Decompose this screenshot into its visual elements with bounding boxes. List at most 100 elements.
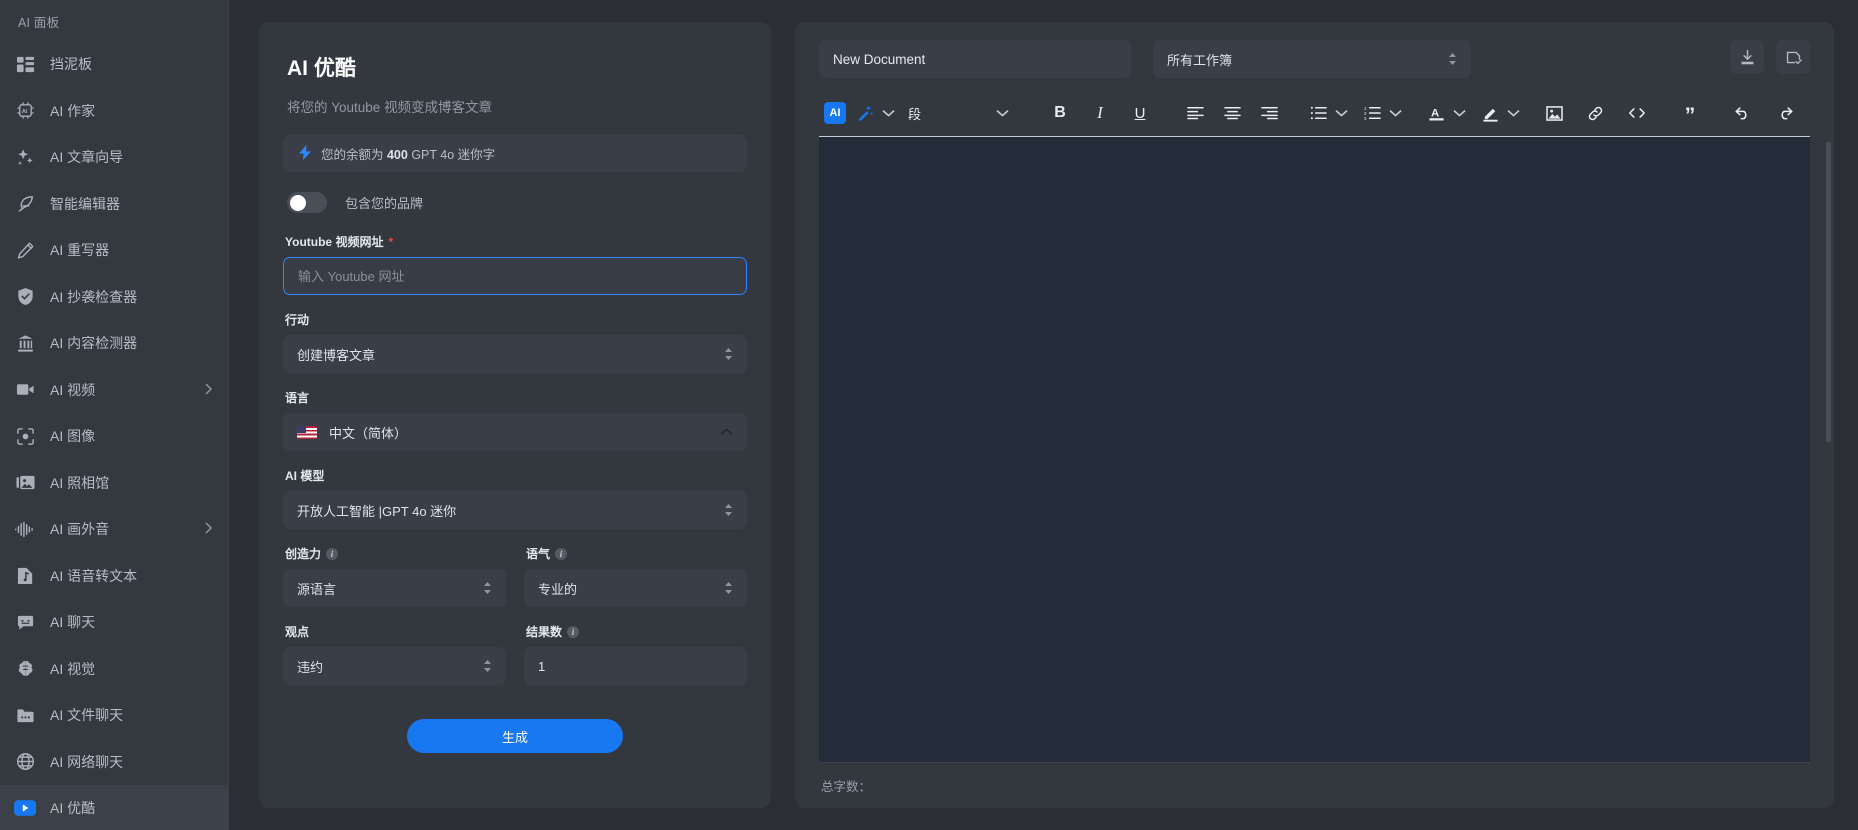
sidebar-item-9[interactable]: AI 图像 (0, 413, 228, 460)
document-name-input[interactable] (819, 40, 1131, 78)
workbook-value: 所有工作簿 (1167, 50, 1448, 69)
chevron-down-icon[interactable] (1450, 98, 1469, 128)
sidebar-item-label: AI 网络聊天 (50, 752, 123, 772)
viewpoint-label: 观点 (285, 623, 506, 640)
main-content: AI 优酷 将您的 Youtube 视频变成博客文章 您的余额为 400 GPT… (229, 0, 1858, 830)
chevron-down-icon[interactable] (879, 98, 898, 128)
tone-label: 语气 i (526, 545, 747, 562)
viewpoint-value: 违约 (297, 657, 483, 676)
info-icon[interactable]: i (326, 548, 338, 560)
generator-form-panel: AI 优酷 将您的 Youtube 视频变成博客文章 您的余额为 400 GPT… (259, 22, 771, 808)
sidebar-item-11[interactable]: AI 画外音 (0, 506, 228, 553)
sidebar-item-5[interactable]: AI 重写器 (0, 227, 228, 274)
download-icon[interactable] (1730, 40, 1764, 74)
sidebar: AI 面板 挡泥板AIAI 作家AI 文章向导智能编辑器AI 重写器AI 抄袭检… (0, 0, 229, 830)
bold-button[interactable]: B (1047, 98, 1073, 128)
insert-image-icon[interactable] (1541, 98, 1568, 128)
creativity-select[interactable]: 源语言 (283, 569, 506, 607)
redo-icon[interactable] (1771, 98, 1799, 128)
sidebar-nav: 挡泥板AIAI 作家AI 文章向导智能编辑器AI 重写器AI 抄袭检查器 AI 内… (0, 41, 228, 830)
ai-chip-icon[interactable]: AI (824, 102, 846, 124)
ai-model-value: 开放人工智能 |GPT 4o 迷你 (297, 501, 724, 520)
text-color-icon[interactable]: A (1423, 98, 1450, 128)
sidebar-item-15[interactable]: AI 文件聊天 (0, 692, 228, 739)
sidebar-item-3[interactable]: AI 文章向导 (0, 134, 228, 181)
video-icon (14, 379, 36, 401)
undo-icon[interactable] (1729, 98, 1757, 128)
sidebar-item-label: AI 内容检测器 (50, 333, 137, 353)
shield-check-icon (14, 286, 36, 308)
save-document-icon[interactable] (1776, 40, 1810, 74)
required-asterisk: * (388, 235, 393, 249)
sidebar-item-6[interactable]: AI 抄袭检查器 (0, 274, 228, 321)
bullet-list-icon[interactable] (1305, 98, 1332, 128)
tone-select[interactable]: 专业的 (524, 569, 747, 607)
balance-suffix: GPT 4o 迷你字 (408, 148, 495, 162)
viewpoint-field: 观点 违约 (283, 623, 506, 685)
action-select[interactable]: 创建博客文章 (283, 335, 747, 373)
numbered-list-icon[interactable]: 1 2 3 (1359, 98, 1386, 128)
globe-icon (14, 751, 36, 773)
chevron-down-icon[interactable] (993, 98, 1012, 128)
chevron-up-icon (720, 428, 733, 436)
info-icon[interactable]: i (555, 548, 567, 560)
sidebar-item-label: AI 照相馆 (50, 473, 109, 493)
feather-icon (14, 193, 36, 215)
results-count-label-text: 结果数 (526, 623, 562, 640)
ai-assist-button[interactable]: AI (819, 98, 851, 128)
updown-chevron-icon (724, 581, 733, 595)
viewpoint-results-row: 观点 违约 结果数 i (283, 623, 747, 701)
generate-row: 生成 (283, 719, 747, 753)
chevron-right-icon[interactable] (205, 383, 212, 397)
action-value: 创建博客文章 (297, 345, 724, 364)
magic-wand-icon[interactable] (851, 98, 879, 128)
sidebar-item-8[interactable]: AI 视频 (0, 367, 228, 414)
sidebar-item-2[interactable]: AIAI 作家 (0, 88, 228, 135)
editor-content-area[interactable] (819, 136, 1810, 762)
folder-icon (14, 704, 36, 726)
sidebar-item-13[interactable]: AI 聊天 (0, 599, 228, 646)
editor-actions (1730, 40, 1810, 74)
sidebar-item-10[interactable]: AI 照相馆 (0, 460, 228, 507)
sidebar-item-7[interactable]: AI 内容检测器 (0, 320, 228, 367)
chevron-right-icon[interactable] (205, 522, 212, 536)
youtube-url-label: Youtube 视频网址 * (285, 233, 747, 250)
highlight-color-icon[interactable] (1477, 98, 1504, 128)
sidebar-item-12[interactable]: AI 语音转文本 (0, 553, 228, 600)
updown-chevron-icon (483, 659, 492, 673)
updown-chevron-icon (1448, 52, 1457, 66)
svg-text:3: 3 (1364, 116, 1367, 120)
sidebar-item-4[interactable]: 智能编辑器 (0, 181, 228, 228)
chevron-down-icon[interactable] (1504, 98, 1523, 128)
sidebar-item-14[interactable]: AI 视觉 (0, 646, 228, 693)
info-icon[interactable]: i (567, 626, 579, 638)
youtube-url-input[interactable] (283, 257, 747, 295)
results-count-input[interactable] (524, 647, 747, 685)
generate-button[interactable]: 生成 (407, 719, 623, 753)
align-left-icon[interactable] (1182, 98, 1209, 128)
align-right-icon[interactable] (1256, 98, 1283, 128)
language-select[interactable]: 中文（简体） (283, 413, 747, 451)
ai-model-select[interactable]: 开放人工智能 |GPT 4o 迷你 (283, 491, 747, 529)
blockquote-icon[interactable]: ” (1677, 98, 1703, 128)
viewpoint-select[interactable]: 违约 (283, 647, 506, 685)
chevron-down-icon[interactable] (1332, 98, 1351, 128)
sidebar-item-16[interactable]: AI 网络聊天 (0, 739, 228, 786)
editor-scrollbar[interactable] (1826, 142, 1831, 442)
underline-button[interactable]: U (1127, 98, 1153, 128)
editor-header: 所有工作簿 (819, 40, 1810, 78)
code-block-icon[interactable] (1623, 98, 1651, 128)
align-center-icon[interactable] (1219, 98, 1246, 128)
sidebar-item-1[interactable]: 挡泥板 (0, 41, 228, 88)
sidebar-item-17[interactable]: AI 优酷 (0, 785, 228, 830)
tone-value: 专业的 (538, 579, 724, 598)
chevron-down-icon[interactable] (1386, 98, 1405, 128)
italic-button[interactable]: I (1087, 98, 1113, 128)
chip-icon: AI (14, 100, 36, 122)
editor-panel: 所有工作簿 (795, 22, 1834, 808)
youtube-icon (14, 797, 36, 819)
paragraph-style-button[interactable]: 段 (898, 98, 931, 128)
insert-link-icon[interactable] (1582, 98, 1609, 128)
workbook-select[interactable]: 所有工作簿 (1153, 40, 1471, 78)
include-brand-toggle[interactable] (287, 192, 327, 213)
